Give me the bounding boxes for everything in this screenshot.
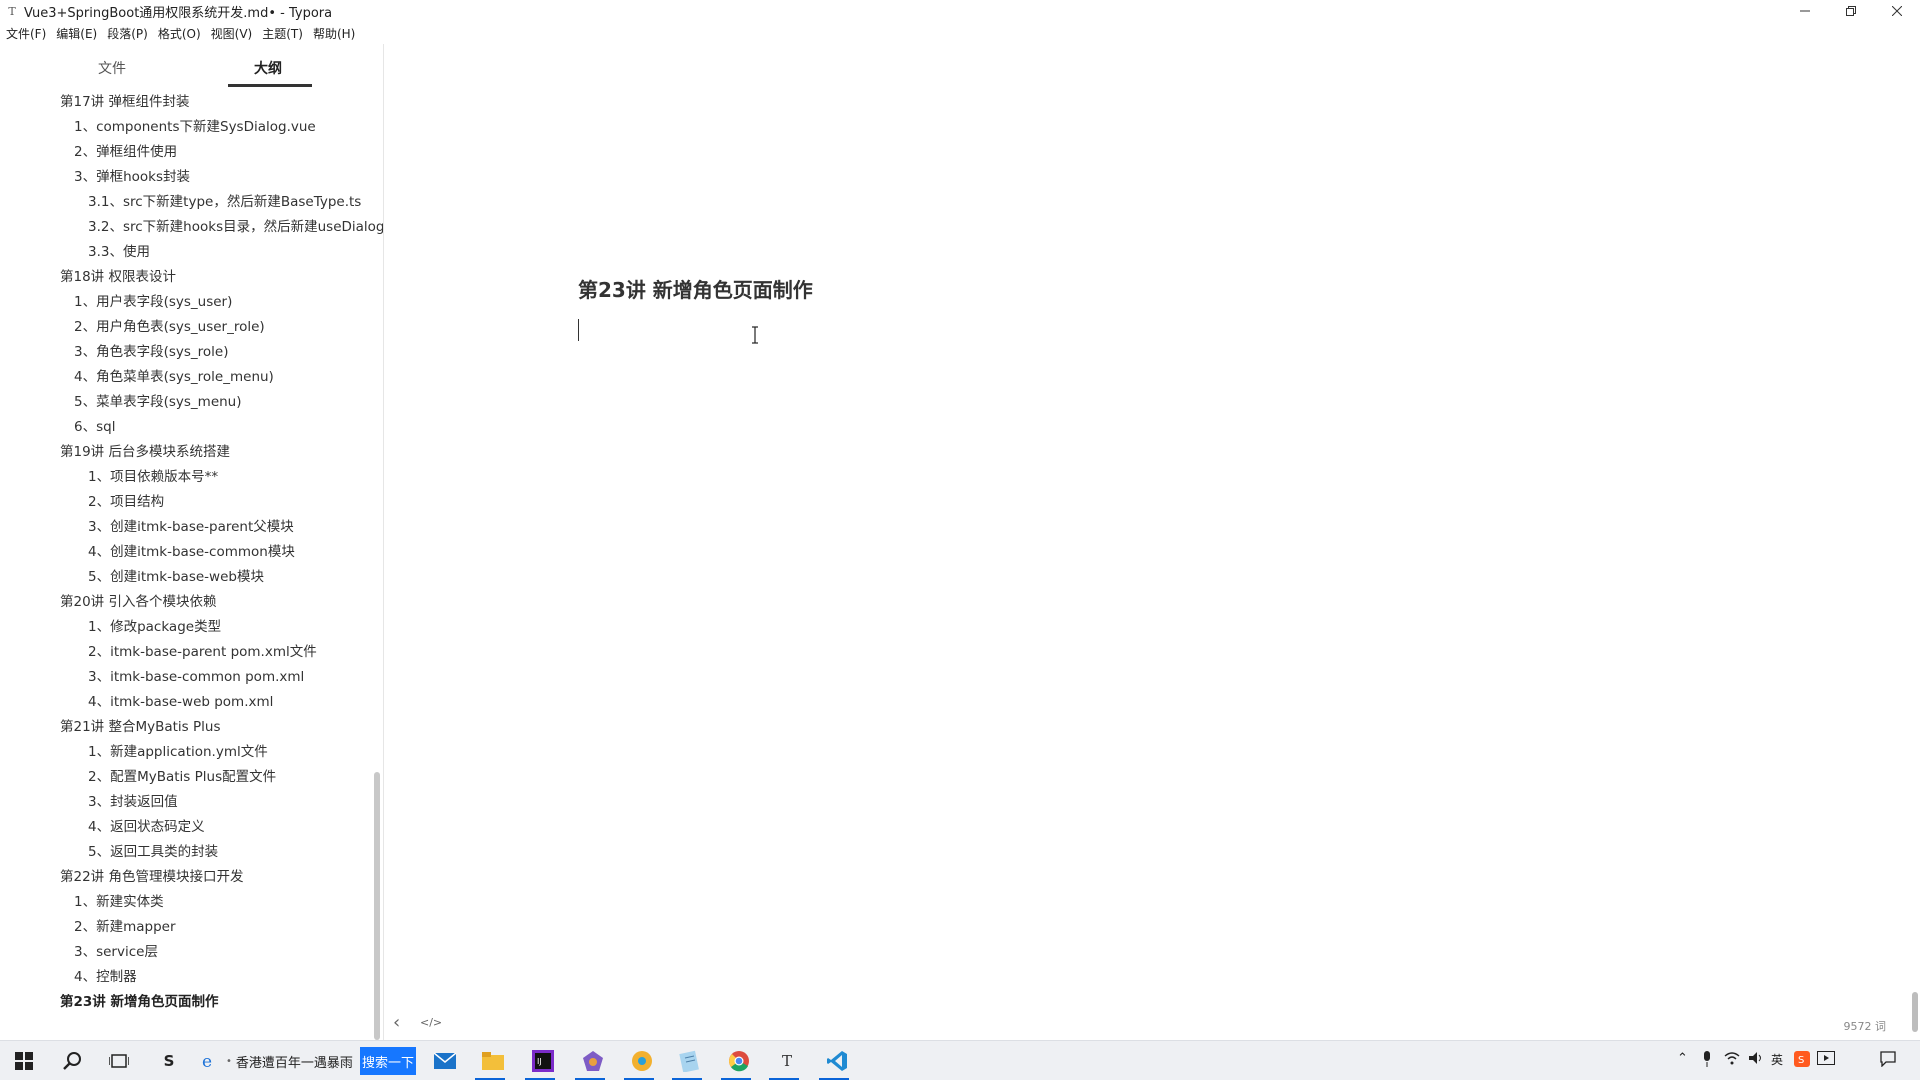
outline-subheading[interactable]: 3、角色表字段(sys_role) <box>74 344 229 361</box>
menu-item[interactable]: 帮助(H) <box>313 25 355 42</box>
tab-outline[interactable]: 大纲 <box>254 58 282 78</box>
outline-heading[interactable]: 第23讲 新增角色页面制作 <box>60 994 219 1011</box>
outline-subheading[interactable]: 5、返回工具类的封装 <box>88 844 218 861</box>
restore-icon <box>1846 6 1856 16</box>
search-button[interactable]: 搜索一下 <box>360 1047 416 1075</box>
ie-icon: e <box>202 1052 212 1071</box>
outline-subheading[interactable]: 2、用户角色表(sys_user_role) <box>74 319 265 336</box>
outline-subheading[interactable]: 6、sql <box>74 419 115 436</box>
notepad-icon[interactable] <box>676 1047 704 1075</box>
wifi-icon[interactable] <box>1724 1051 1740 1069</box>
vscode-icon[interactable] <box>823 1047 851 1075</box>
editor-area[interactable]: 第23讲 新增角色页面制作 <box>385 44 1920 1040</box>
menu-item[interactable]: 文件(F) <box>6 25 46 42</box>
sidebar: 文件 大纲 第17讲 弹框组件封装 1、components下新建SysDialo… <box>0 44 384 1040</box>
menu-bar: 文件(F) 编辑(E) 段落(P) 格式(O) 视图(V) 主题(T) 帮助(H) <box>0 22 1920 44</box>
window-title: Vue3+SpringBoot通用权限系统开发.md• - Typora <box>24 5 333 21</box>
outline-subheading[interactable]: 4、返回状态码定义 <box>88 819 205 836</box>
outline-subheading[interactable]: 2、弹框组件使用 <box>74 144 177 161</box>
chevron-up-icon[interactable]: ⌃ <box>1677 1051 1688 1066</box>
title-bar: T Vue3+SpringBoot通用权限系统开发.md• - Typora <box>0 0 1920 22</box>
sidebar-tabs: 文件 大纲 <box>0 44 383 88</box>
outline-subheading[interactable]: 5、创建itmk-base-web模块 <box>88 569 264 586</box>
outline-heading[interactable]: 第17讲 弹框组件封装 <box>60 94 189 111</box>
news-text[interactable]: 香港遭百年一遇暴雨 <box>236 1052 353 1071</box>
search-icon[interactable] <box>58 1047 86 1075</box>
source-mode-button[interactable]: </> <box>420 1016 442 1029</box>
tab-files[interactable]: 文件 <box>98 58 126 78</box>
text-caret <box>578 319 579 341</box>
minimize-button[interactable] <box>1782 0 1828 22</box>
outline-subheading[interactable]: 3、封装返回值 <box>88 794 178 811</box>
outline-subheading[interactable]: 1、用户表字段(sys_user) <box>74 294 232 311</box>
outline-subheading[interactable]: 1、components下新建SysDialog.vue <box>74 119 316 136</box>
menu-item[interactable]: 格式(O) <box>158 25 201 42</box>
outline-subheading[interactable]: 2、配置MyBatis Plus配置文件 <box>88 769 276 786</box>
task-view-icon[interactable] <box>105 1047 133 1075</box>
outline-subheading[interactable]: 3.1、src下新建type，然后新建BaseType.ts <box>88 194 361 211</box>
outline-heading[interactable]: 第22讲 角色管理模块接口开发 <box>60 869 243 886</box>
outline-subheading[interactable]: 2、itmk-base-parent pom.xml文件 <box>88 644 317 661</box>
typora-icon[interactable]: T <box>773 1047 801 1075</box>
screen-capture-icon[interactable] <box>1817 1051 1835 1069</box>
taskbar: S e • 香港遭百年一遇暴雨 搜索一下 IJ T ⌃ 英 S <box>0 1040 1920 1080</box>
sogou-icon[interactable]: S <box>1794 1051 1810 1071</box>
menu-item[interactable]: 编辑(E) <box>56 25 97 42</box>
active-tab-indicator <box>228 84 312 87</box>
typora-app-icon: T <box>8 4 16 18</box>
svg-text:IJ: IJ <box>537 1057 542 1066</box>
outline-heading[interactable]: 第20讲 引入各个模块依赖 <box>60 594 216 611</box>
word-count[interactable]: 9572 词 <box>1844 1018 1887 1034</box>
status-footer: ‹ </> 9572 词 <box>385 1012 1920 1038</box>
file-explorer-icon[interactable] <box>479 1047 507 1075</box>
microphone-icon[interactable] <box>1702 1051 1712 1071</box>
news-search-widget[interactable]: e • 香港遭百年一遇暴雨 <box>200 1051 353 1071</box>
chrome-canary-icon[interactable] <box>628 1047 656 1075</box>
volume-icon[interactable] <box>1748 1051 1764 1069</box>
sidebar-scroll-thumb[interactable] <box>374 772 380 1040</box>
svg-text:S: S <box>1798 1055 1804 1066</box>
notification-icon[interactable] <box>1880 1051 1896 1071</box>
ime-icon[interactable]: 英 <box>1771 1051 1783 1068</box>
outline-subheading[interactable]: 2、新建mapper <box>74 919 176 936</box>
toggle-sidebar-button[interactable]: ‹ <box>393 1012 400 1033</box>
menu-item[interactable]: 主题(T) <box>262 25 303 42</box>
close-button[interactable] <box>1874 0 1920 22</box>
ibeam-cursor-icon <box>752 326 758 344</box>
outline-subheading[interactable]: 2、项目结构 <box>88 494 164 511</box>
outline-subheading[interactable]: 3、itmk-base-common pom.xml <box>88 669 304 686</box>
windows-start-icon[interactable] <box>10 1047 38 1075</box>
outline-heading[interactable]: 第18讲 权限表设计 <box>60 269 176 286</box>
outline-subheading[interactable]: 3、service层 <box>74 944 158 961</box>
outline-subheading[interactable]: 1、项目依赖版本号** <box>88 469 218 486</box>
outline-subheading[interactable]: 1、新建实体类 <box>74 894 164 911</box>
outline-subheading[interactable]: 4、控制器 <box>74 969 137 986</box>
document-heading[interactable]: 第23讲 新增角色页面制作 <box>578 274 813 303</box>
intellij-icon[interactable]: IJ <box>529 1047 557 1075</box>
outline-subheading[interactable]: 3.3、使用 <box>88 244 150 261</box>
outline-subheading[interactable]: 1、修改package类型 <box>88 619 221 636</box>
edge-dev-icon[interactable] <box>579 1047 607 1075</box>
menu-item[interactable]: 段落(P) <box>107 25 148 42</box>
svg-text:e: e <box>202 1052 212 1071</box>
menu-item[interactable]: 视图(V) <box>211 25 253 42</box>
swift-app-icon[interactable]: S <box>155 1047 183 1075</box>
outline-subheading[interactable]: 4、创建itmk-base-common模块 <box>88 544 295 561</box>
outline-heading[interactable]: 第19讲 后台多模块系统搭建 <box>60 444 230 461</box>
chrome-icon[interactable] <box>725 1047 753 1075</box>
outline-subheading[interactable]: 5、菜单表字段(sys_menu) <box>74 394 242 411</box>
restore-button[interactable] <box>1828 0 1874 22</box>
outline-subheading[interactable]: 4、角色菜单表(sys_role_menu) <box>74 369 274 386</box>
minimize-icon <box>1800 10 1810 12</box>
outline-subheading[interactable]: 3、弹框hooks封装 <box>74 169 190 186</box>
outline-subheading[interactable]: 3、创建itmk-base-parent父模块 <box>88 519 294 536</box>
outline-subheading[interactable]: 3.2、src下新建hooks目录，然后新建useDialog.ts <box>88 219 383 236</box>
outline-subheading[interactable]: 1、新建application.yml文件 <box>88 744 268 761</box>
mail-icon[interactable] <box>431 1047 459 1075</box>
close-icon <box>1892 6 1902 16</box>
outline-subheading[interactable]: 4、itmk-base-web pom.xml <box>88 694 273 711</box>
outline-heading[interactable]: 第21讲 整合MyBatis Plus <box>60 719 221 736</box>
